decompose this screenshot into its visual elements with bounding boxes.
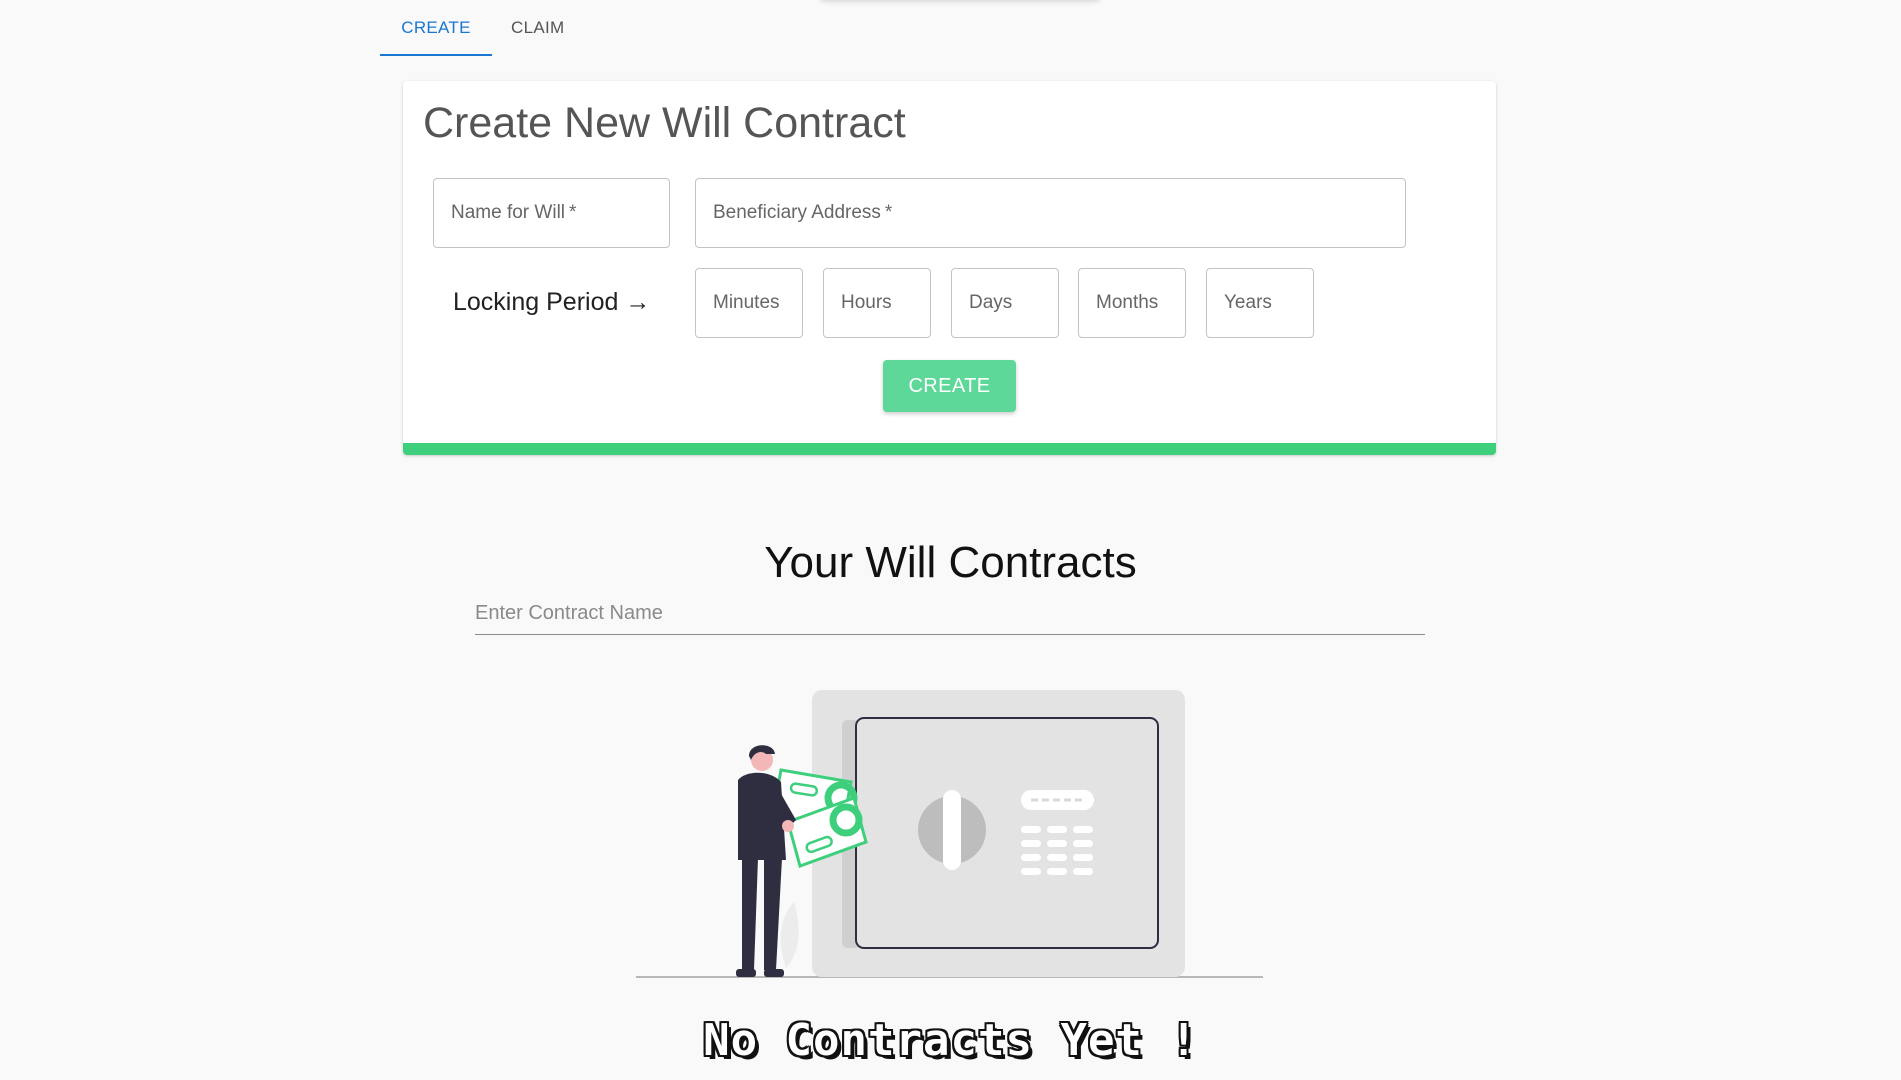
tab-claim[interactable]: CLAIM: [492, 0, 583, 56]
page: CREATE CLAIM Create New Will Contract Na…: [0, 0, 1901, 1080]
empty-state-message: No Contracts Yet !: [703, 1015, 1198, 1066]
create-button[interactable]: CREATE: [883, 360, 1016, 412]
years-placeholder: Years: [1224, 292, 1272, 313]
minutes-field[interactable]: Minutes: [695, 268, 803, 338]
months-placeholder: Months: [1096, 292, 1159, 313]
hours-placeholder: Hours: [841, 292, 892, 313]
will-name-placeholder: Name for Will: [451, 202, 566, 223]
days-placeholder: Days: [969, 292, 1013, 313]
contracts-title: Your Will Contracts: [764, 538, 1137, 587]
required-mark: *: [569, 202, 577, 223]
card-title: Create New Will Contract: [423, 99, 906, 147]
safe-illustration-icon: [636, 690, 1263, 978]
will-name-field[interactable]: Name for Will *: [433, 178, 670, 248]
locking-period-label: Locking Period →: [453, 288, 651, 316]
card-accent-bar: [403, 443, 1496, 455]
minutes-placeholder: Minutes: [713, 292, 780, 313]
tab-bar: CREATE CLAIM: [380, 0, 583, 56]
months-field[interactable]: Months: [1078, 268, 1186, 338]
beneficiary-address-field[interactable]: Beneficiary Address *: [695, 178, 1406, 248]
contract-search: [475, 596, 1425, 635]
years-field[interactable]: Years: [1206, 268, 1314, 338]
create-will-card: Create New Will Contract Name for Will * …: [403, 81, 1496, 455]
days-field[interactable]: Days: [951, 268, 1059, 338]
beneficiary-address-placeholder: Beneficiary Address: [713, 202, 881, 223]
tab-create[interactable]: CREATE: [380, 0, 492, 56]
hours-field[interactable]: Hours: [823, 268, 931, 338]
required-mark: *: [884, 202, 893, 223]
contract-search-input[interactable]: [475, 596, 1425, 630]
